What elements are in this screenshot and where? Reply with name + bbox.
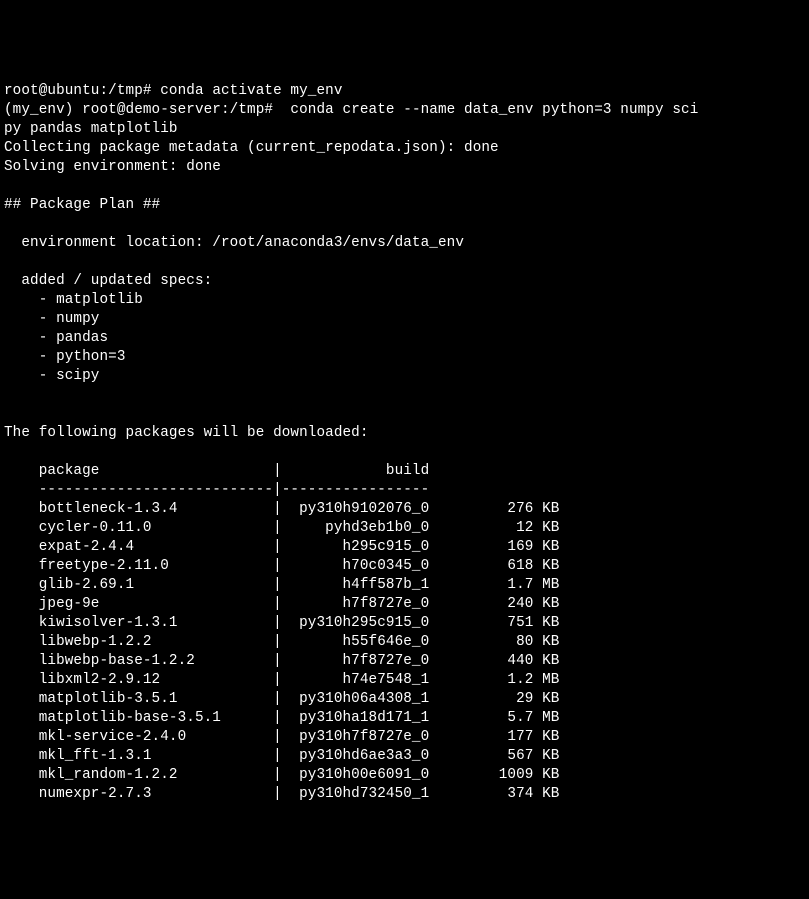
- spec-item: - scipy: [4, 368, 99, 384]
- package-row: freetype-2.11.0 | h70c0345_0 618 KB: [4, 558, 560, 574]
- package-row: libwebp-1.2.2 | h55f646e_0 80 KB: [4, 634, 560, 650]
- package-row: mkl_random-1.2.2 | py310h00e6091_0 1009 …: [4, 767, 560, 783]
- output-collecting: Collecting package metadata (current_rep…: [4, 140, 499, 156]
- package-row: libxml2-2.9.12 | h74e7548_1 1.2 MB: [4, 672, 560, 688]
- package-row: bottleneck-1.3.4 | py310h9102076_0 276 K…: [4, 501, 560, 517]
- command-2-cont: py pandas matplotlib: [4, 121, 178, 137]
- command-2: conda create --name data_env python=3 nu…: [273, 102, 698, 118]
- package-row: matplotlib-3.5.1 | py310h06a4308_1 29 KB: [4, 691, 560, 707]
- command-1: conda activate my_env: [152, 83, 343, 99]
- package-row: matplotlib-base-3.5.1 | py310ha18d171_1 …: [4, 710, 560, 726]
- package-row: kiwisolver-1.3.1 | py310h295c915_0 751 K…: [4, 615, 560, 631]
- spec-item: - pandas: [4, 330, 108, 346]
- table-header: package | build: [4, 463, 429, 479]
- spec-item: - matplotlib: [4, 292, 143, 308]
- download-header: The following packages will be downloade…: [4, 425, 369, 441]
- table-divider: ---------------------------|------------…: [4, 482, 429, 498]
- output-solving: Solving environment: done: [4, 159, 221, 175]
- package-row: cycler-0.11.0 | pyhd3eb1b0_0 12 KB: [4, 520, 560, 536]
- package-row: glib-2.69.1 | h4ff587b_1 1.7 MB: [4, 577, 560, 593]
- spec-item: - numpy: [4, 311, 99, 327]
- env-location: environment location: /root/anaconda3/en…: [4, 235, 464, 251]
- package-row: expat-2.4.4 | h295c915_0 169 KB: [4, 539, 560, 555]
- prompt-1: root@ubuntu:/tmp#: [4, 83, 152, 99]
- prompt-2: (my_env) root@demo-server:/tmp#: [4, 102, 273, 118]
- terminal-output[interactable]: root@ubuntu:/tmp# conda activate my_env …: [4, 82, 805, 804]
- package-row: libwebp-base-1.2.2 | h7f8727e_0 440 KB: [4, 653, 560, 669]
- package-row: mkl-service-2.4.0 | py310h7f8727e_0 177 …: [4, 729, 560, 745]
- plan-header: ## Package Plan ##: [4, 197, 160, 213]
- package-row: jpeg-9e | h7f8727e_0 240 KB: [4, 596, 560, 612]
- package-row: mkl_fft-1.3.1 | py310hd6ae3a3_0 567 KB: [4, 748, 560, 764]
- package-row: numexpr-2.7.3 | py310hd732450_1 374 KB: [4, 786, 560, 802]
- specs-header: added / updated specs:: [4, 273, 212, 289]
- spec-item: - python=3: [4, 349, 126, 365]
